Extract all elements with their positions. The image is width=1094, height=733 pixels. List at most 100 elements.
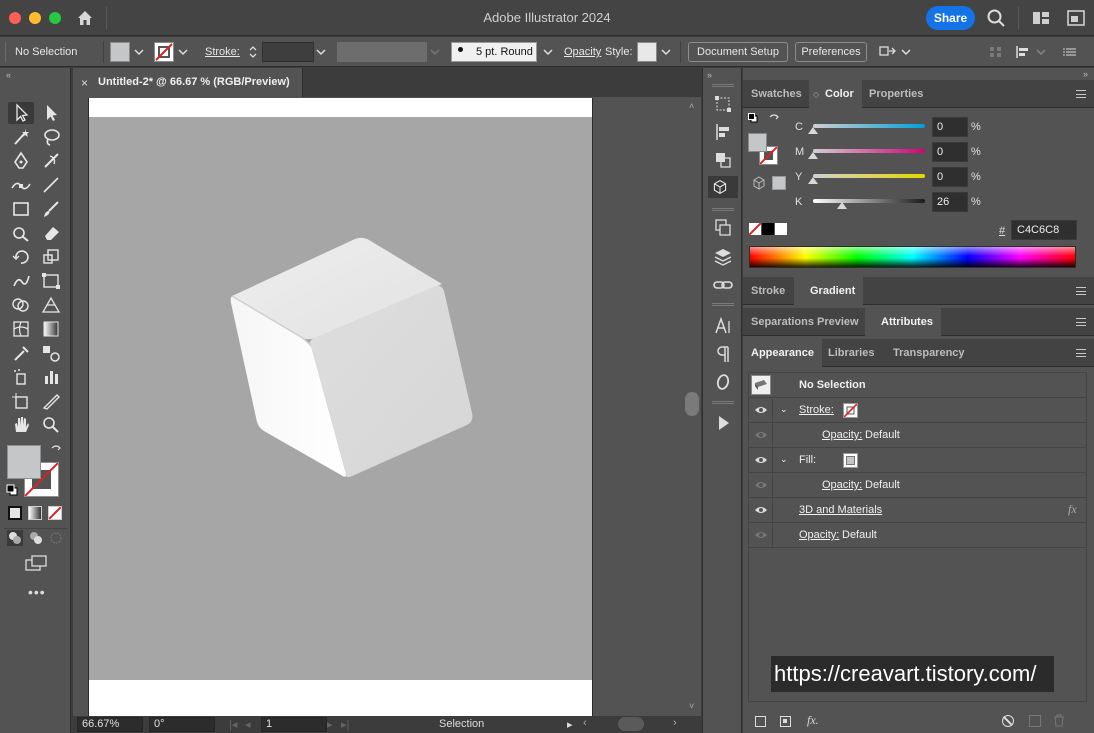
graphic-style-swatch[interactable] — [637, 42, 657, 62]
chevron-down-icon[interactable] — [659, 42, 673, 62]
eraser-tool-icon[interactable] — [38, 222, 64, 244]
default-colors-icon[interactable] — [748, 113, 758, 123]
chevron-down-icon[interactable] — [428, 42, 442, 62]
pathfinder-panel-icon[interactable] — [711, 149, 735, 171]
actions-panel-icon[interactable] — [711, 412, 735, 434]
zoom-level-field[interactable]: 66.67% — [77, 717, 143, 732]
slice-tool-icon[interactable] — [38, 390, 64, 412]
rectangle-tool-icon[interactable] — [8, 198, 34, 220]
panel-menu-icon[interactable] — [1076, 287, 1086, 295]
web-safe-swatch[interactable] — [772, 176, 786, 190]
rotate-tool-icon[interactable] — [8, 246, 34, 268]
search-icon[interactable] — [986, 8, 1006, 28]
tab-stroke[interactable]: Stroke — [743, 277, 793, 305]
tab-expand-icon[interactable]: ◇ — [813, 90, 819, 99]
magenta-track[interactable] — [813, 149, 925, 153]
collapse-panels-icon[interactable]: » — [1083, 69, 1088, 79]
shaper-tool-icon[interactable] — [8, 222, 34, 244]
scale-tool-icon[interactable] — [38, 246, 64, 268]
change-screen-mode-icon[interactable] — [24, 554, 48, 572]
stroke-row-swatch[interactable] — [843, 403, 858, 418]
fill-opacity-label[interactable]: Opacity: — [822, 479, 862, 491]
selection-tool-icon[interactable] — [8, 102, 34, 124]
last-artboard-icon[interactable]: ▸| — [341, 718, 349, 731]
curvature-tool-icon[interactable] — [38, 150, 64, 172]
3d-materials-effect-label[interactable]: 3D and Materials — [799, 504, 882, 516]
document-setup-button[interactable]: Document Setup — [688, 42, 788, 62]
trash-icon[interactable] — [1053, 714, 1065, 727]
chevron-down-icon[interactable] — [1034, 42, 1048, 62]
paintbrush-tool-icon[interactable] — [38, 198, 64, 220]
brush-definition[interactable]: 5 pt. Round — [451, 42, 537, 62]
stroke-weight-input[interactable] — [262, 42, 314, 62]
anchor-point-tool-icon[interactable] — [8, 174, 34, 196]
variable-width-profile[interactable] — [337, 42, 427, 62]
perspective-grid-tool-icon[interactable] — [38, 294, 64, 316]
draw-normal-icon[interactable] — [7, 530, 23, 546]
first-artboard-icon[interactable]: |◂ — [229, 718, 237, 731]
vertical-scrollbar[interactable]: ˄ ˅ — [685, 97, 701, 716]
preferences-button[interactable]: Preferences — [795, 42, 867, 62]
3d-cube[interactable] — [89, 98, 592, 716]
next-artboard-icon[interactable]: ▸ — [327, 718, 333, 731]
opentype-panel-icon[interactable] — [711, 371, 735, 393]
chevron-down-icon[interactable] — [541, 42, 555, 62]
chevron-down-icon[interactable]: ⌄ — [780, 454, 788, 465]
fx-icon[interactable]: fx — [1068, 502, 1077, 517]
3d-materials-panel-icon[interactable] — [708, 176, 738, 198]
artboard[interactable] — [88, 98, 593, 716]
warp-tool-icon[interactable] — [8, 270, 34, 292]
scroll-down-icon[interactable]: ˅ — [689, 701, 694, 711]
arrange-icon[interactable] — [878, 42, 898, 62]
gradient-tool-icon[interactable] — [38, 318, 64, 340]
artboards-panel-icon[interactable] — [711, 217, 735, 239]
scroll-right-icon[interactable]: › — [673, 717, 677, 729]
scroll-up-icon[interactable]: ˄ — [689, 101, 694, 111]
fill-mini-swatch[interactable] — [748, 133, 767, 152]
expand-panels-icon[interactable]: » — [707, 70, 712, 80]
column-graph-tool-icon[interactable] — [38, 366, 64, 388]
distribute-icon[interactable] — [988, 42, 1004, 62]
magic-wand-tool-icon[interactable] — [8, 126, 34, 148]
opacity-row-label[interactable]: Opacity: — [799, 529, 839, 541]
opacity-label[interactable]: Opacity — [564, 46, 601, 58]
cyan-value-input[interactable]: 0 — [932, 117, 968, 137]
appearance-fill-opacity-row[interactable]: Opacity: Default — [748, 473, 1087, 498]
visibility-eye-icon[interactable] — [754, 404, 768, 416]
appearance-effect-row[interactable]: 3D and Materials fx — [748, 498, 1087, 523]
magenta-thumb[interactable] — [808, 152, 818, 159]
shape-builder-tool-icon[interactable] — [8, 294, 34, 316]
chevron-down-icon[interactable] — [899, 42, 913, 62]
direct-selection-tool-icon[interactable] — [38, 102, 64, 124]
panel-menu-icon[interactable] — [1062, 42, 1078, 62]
layers-panel-icon[interactable] — [711, 246, 735, 268]
stroke-weight-stepper[interactable] — [246, 42, 260, 62]
add-effect-icon[interactable]: fx. — [807, 713, 819, 728]
clear-appearance-icon[interactable] — [1002, 715, 1014, 727]
rotation-field[interactable]: 0° — [149, 717, 215, 732]
chevron-down-icon[interactable]: ⌄ — [780, 404, 788, 415]
tab-appearance[interactable]: Appearance — [743, 339, 822, 367]
align-left-icon[interactable] — [1014, 42, 1032, 62]
zoom-tool-icon[interactable] — [38, 414, 64, 436]
visibility-eye-icon[interactable] — [754, 504, 768, 516]
none-mode-icon[interactable] — [48, 506, 62, 520]
tab-gradient[interactable]: Gradient — [794, 277, 864, 305]
black-track[interactable] — [813, 199, 925, 203]
mesh-tool-icon[interactable] — [8, 318, 34, 340]
cyan-track[interactable] — [813, 124, 925, 128]
free-transform-tool-icon[interactable] — [38, 270, 64, 292]
fill-row-swatch[interactable] — [843, 453, 858, 468]
close-tab-icon[interactable]: × — [81, 76, 88, 90]
black-thumb[interactable] — [837, 202, 848, 209]
align-panel-icon[interactable] — [711, 121, 735, 143]
lasso-tool-icon[interactable] — [38, 126, 64, 148]
gradient-mode-icon[interactable] — [28, 506, 42, 520]
tab-transparency[interactable]: Transparency — [885, 339, 973, 367]
artboard-number-field[interactable]: 1 — [261, 717, 327, 732]
paragraph-panel-icon[interactable] — [711, 343, 735, 365]
none-swatch[interactable] — [748, 222, 762, 236]
tab-untitled-2[interactable]: × Untitled-2* @ 66.67 % (RGB/Preview) — [73, 68, 303, 97]
previous-artboard-icon[interactable]: ◂ — [245, 718, 251, 731]
draw-inside-icon[interactable] — [48, 530, 64, 546]
